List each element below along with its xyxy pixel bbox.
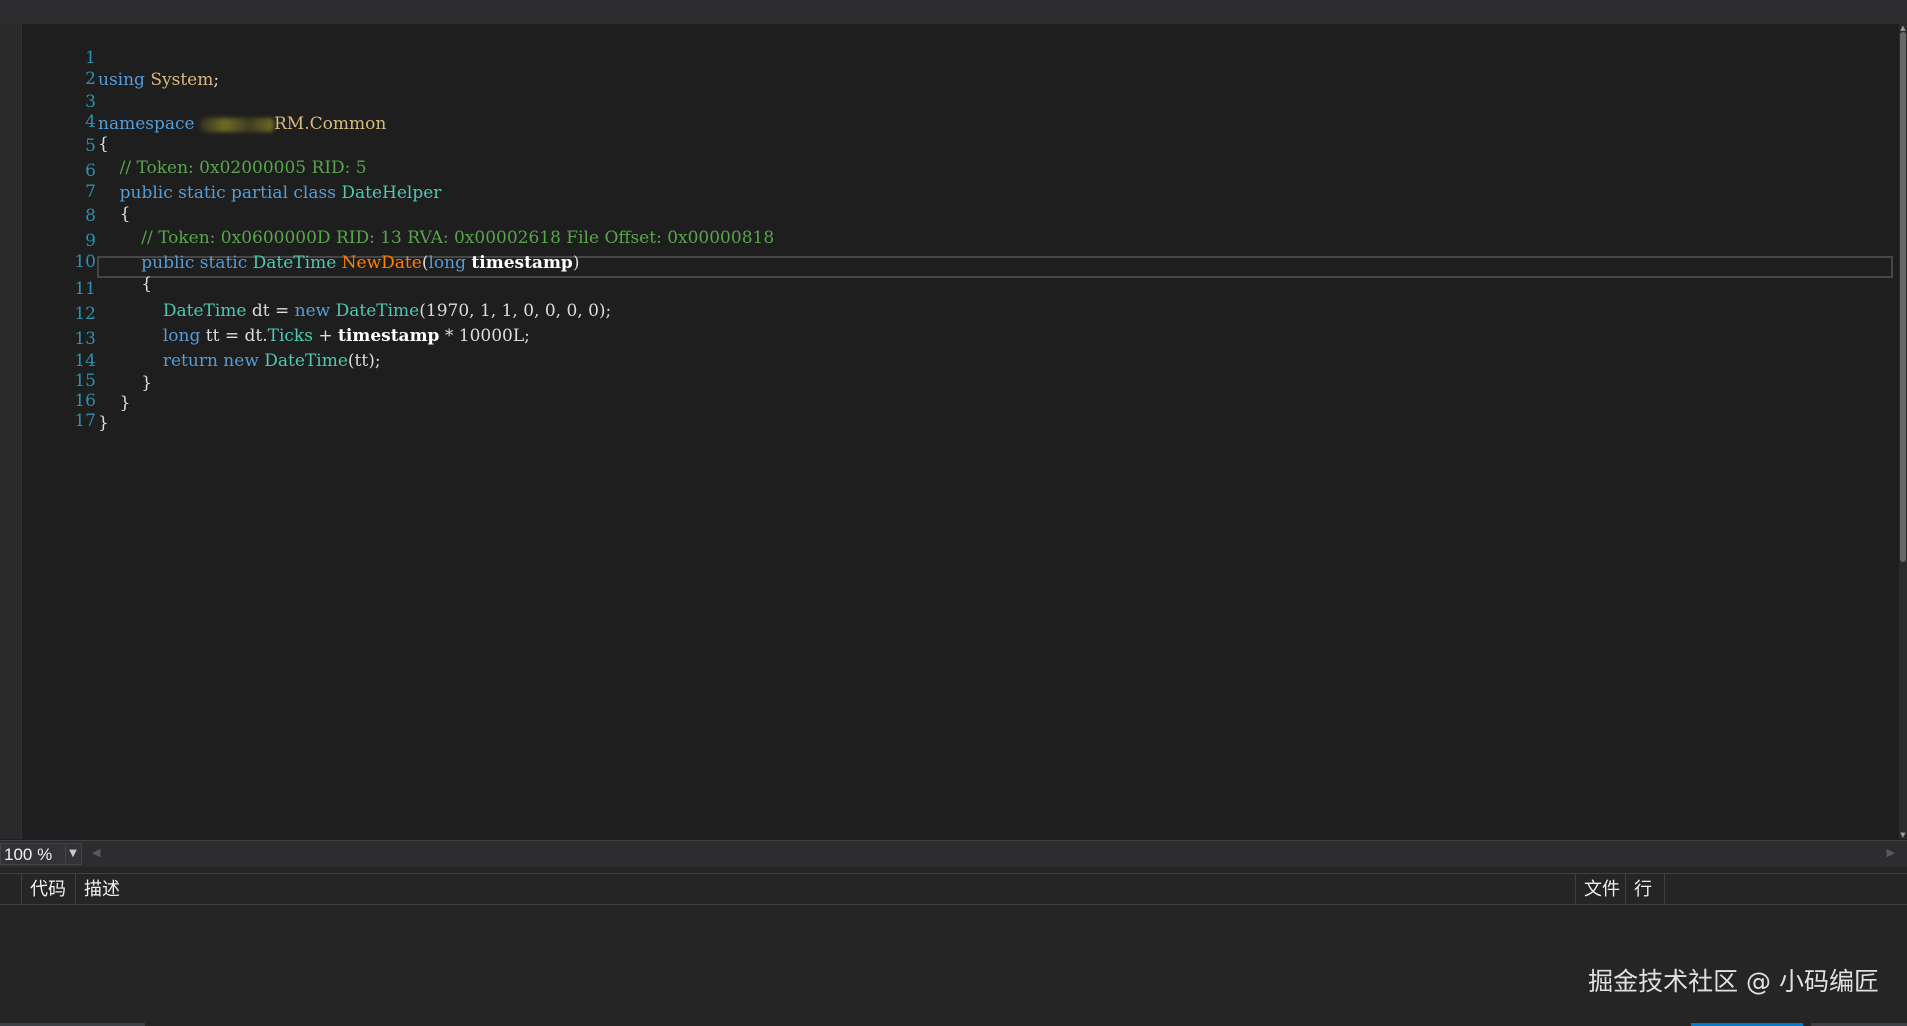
scroll-right-icon[interactable]: ▶ bbox=[1887, 846, 1895, 859]
code-line: 1 using System; bbox=[22, 25, 1899, 90]
error-list-header: 代码 描述 文件 行 bbox=[0, 873, 1907, 905]
code-line: 14 } bbox=[22, 328, 1899, 393]
column-header-line[interactable]: 行 bbox=[1625, 874, 1665, 904]
code-line: 7 { bbox=[22, 159, 1899, 224]
code-line: 12 long tt = dt.Ticks + timestamp * 1000… bbox=[22, 281, 1899, 346]
code-line: 13 return new DateTime(tt); bbox=[22, 306, 1899, 371]
left-margin bbox=[0, 24, 22, 839]
code-editor[interactable]: 1 using System; 2 3 namespace RM.Common … bbox=[22, 24, 1899, 839]
error-list-panel: 代码 描述 文件 行 掘金技术社区 @ 小码编匠 bbox=[0, 867, 1907, 1026]
code-line: 3 namespace RM.Common bbox=[22, 69, 1899, 134]
top-tab-strip[interactable] bbox=[0, 0, 1907, 25]
column-header-description[interactable]: 描述 bbox=[75, 874, 1575, 904]
column-header-code[interactable]: 代码 bbox=[21, 874, 75, 904]
code-line: 5 // Token: 0x02000005 RID: 5 bbox=[22, 113, 1899, 178]
code-line: 6 public static partial class DateHelper bbox=[22, 138, 1899, 203]
chevron-down-icon[interactable]: ▼ bbox=[65, 845, 80, 863]
scroll-up-icon[interactable]: ▲ bbox=[1899, 24, 1907, 32]
code-line: 2 bbox=[22, 46, 1899, 89]
scroll-left-icon[interactable]: ◀ bbox=[92, 846, 100, 859]
code-line: 10 { bbox=[22, 229, 1899, 294]
code-line: 15 } bbox=[22, 348, 1899, 413]
zoom-and-horizontal-scroll-bar: 100 % ▼ ◀ ▶ bbox=[0, 840, 1907, 867]
code-line: 8 // Token: 0x0600000D RID: 13 RVA: 0x00… bbox=[22, 183, 1899, 248]
vertical-scrollbar[interactable]: ▲ ▼ bbox=[1899, 24, 1907, 839]
code-line: 17 bbox=[22, 388, 1899, 431]
code-line: 4 { bbox=[22, 89, 1899, 154]
line-number: 17 bbox=[74, 411, 96, 431]
code-line: 9 public static DateTime NewDate(long ti… bbox=[22, 208, 1899, 273]
code-viewer-window: 1 using System; 2 3 namespace RM.Common … bbox=[0, 0, 1907, 1026]
zoom-combobox[interactable]: 100 % ▼ bbox=[0, 843, 82, 865]
brace: } bbox=[98, 413, 109, 433]
scroll-down-icon[interactable]: ▼ bbox=[1899, 831, 1907, 839]
scrollbar-thumb[interactable] bbox=[1900, 32, 1906, 562]
column-header-file[interactable]: 文件 bbox=[1575, 874, 1625, 904]
code-line-current: 11 DateTime dt = new DateTime(1970, 1, 1… bbox=[22, 256, 1899, 321]
zoom-value: 100 % bbox=[4, 845, 53, 864]
code-line: 16 } bbox=[22, 368, 1899, 433]
watermark: 掘金技术社区 @ 小码编匠 bbox=[1588, 967, 1879, 996]
